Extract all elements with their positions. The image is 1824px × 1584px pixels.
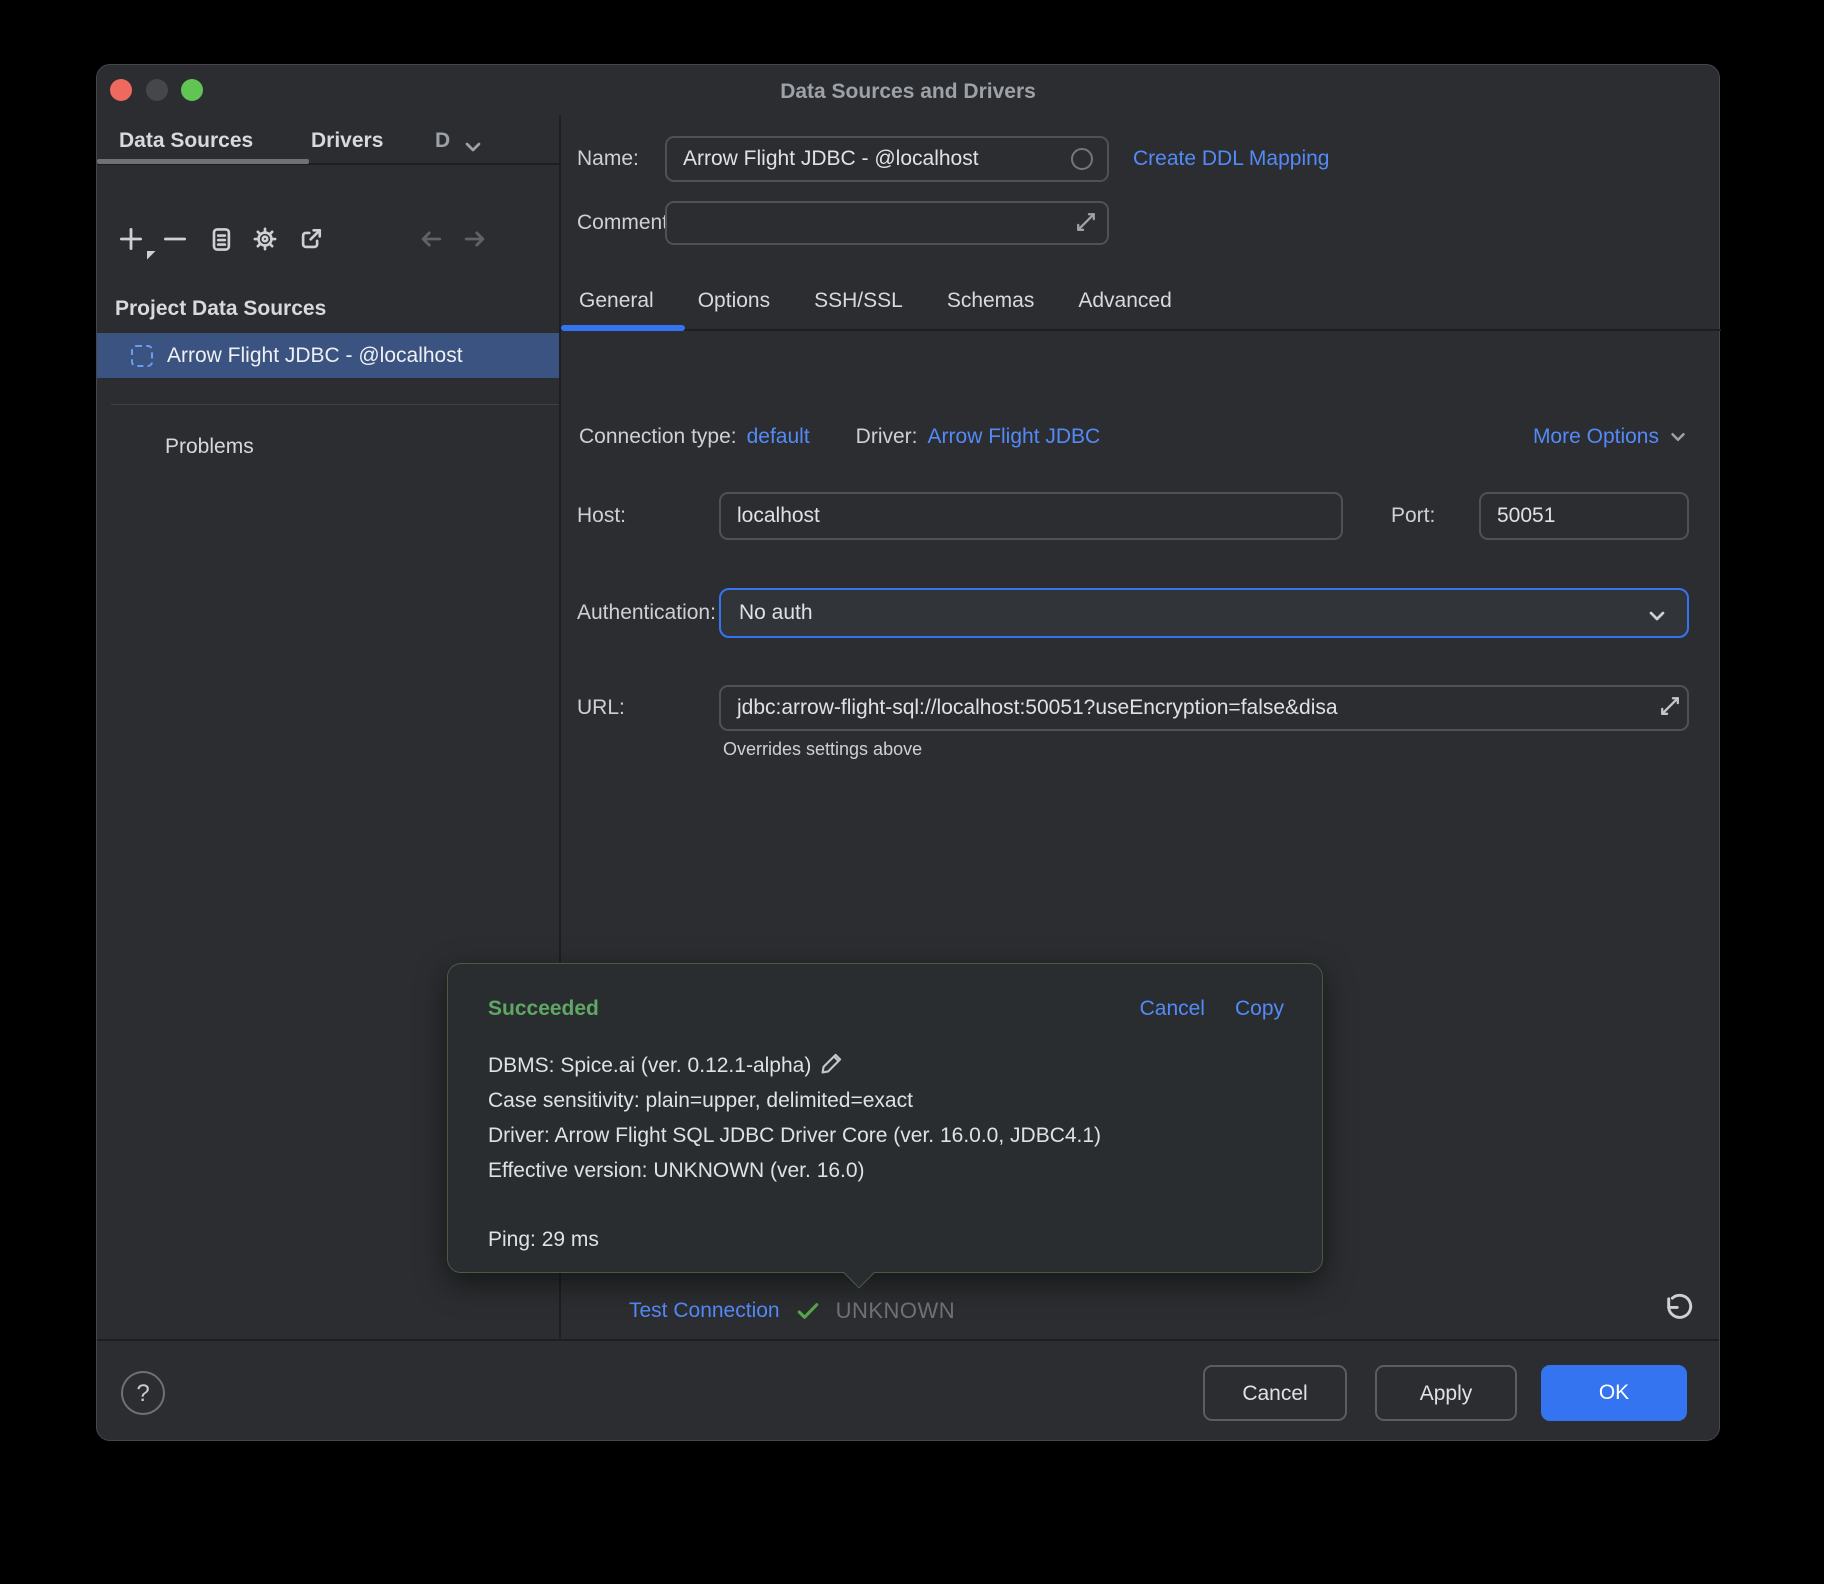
create-ddl-mapping-link[interactable]: Create DDL Mapping: [1133, 136, 1330, 182]
connection-type-value-link[interactable]: default: [747, 425, 810, 449]
name-label: Name:: [577, 136, 639, 182]
back-arrow-button[interactable]: [417, 225, 445, 253]
data-sources-dialog: Data Sources and Drivers Data Sources Dr…: [96, 64, 1720, 1441]
effective-version-line: Effective version: UNKNOWN (ver. 16.0): [488, 1153, 1292, 1188]
active-tab-underline: [97, 159, 309, 164]
dbms-line: DBMS: Spice.ai (ver. 0.12.1-alpha): [488, 1048, 1292, 1083]
test-status-text: UNKNOWN: [836, 1298, 956, 1324]
comment-label: Comment:: [577, 201, 674, 245]
duplicate-button[interactable]: [207, 225, 235, 253]
driver-label: Driver:: [856, 425, 918, 449]
add-button[interactable]: [117, 225, 145, 253]
tabs-overflow-chevron-icon[interactable]: [461, 135, 485, 159]
tabs-divider: [561, 329, 1721, 331]
authentication-value: No auth: [739, 601, 813, 625]
authentication-select[interactable]: No auth: [719, 588, 1689, 638]
window-title: Data Sources and Drivers: [97, 65, 1719, 115]
name-input[interactable]: [665, 136, 1109, 182]
popup-copy-link[interactable]: Copy: [1235, 997, 1284, 1021]
sidebar-divider: [111, 404, 559, 405]
apply-button[interactable]: Apply: [1375, 1365, 1517, 1421]
port-input[interactable]: [1479, 492, 1689, 540]
tab-data-sources[interactable]: Data Sources: [119, 129, 253, 153]
data-source-list-item-selected[interactable]: Arrow Flight JDBC - @localhost: [97, 333, 559, 378]
export-button[interactable]: [297, 225, 325, 253]
form-tab-strip: General Options SSH/SSL Schemas Advanced: [579, 279, 1172, 323]
url-expand-icon[interactable]: [1657, 693, 1683, 719]
pencil-icon[interactable]: [819, 1050, 845, 1076]
chevron-down-icon: [1645, 604, 1669, 628]
popup-body: DBMS: Spice.ai (ver. 0.12.1-alpha) Case …: [488, 1048, 1292, 1257]
data-source-name: Arrow Flight JDBC - @localhost: [167, 344, 463, 368]
titlebar: Data Sources and Drivers: [97, 65, 1719, 115]
url-hint: Overrides settings above: [723, 739, 922, 760]
more-options-link[interactable]: More Options: [1533, 415, 1689, 459]
status-badge: Succeeded: [488, 997, 599, 1021]
forward-arrow-button[interactable]: [461, 225, 489, 253]
sidebar-toolbar: [97, 215, 559, 263]
tab-drivers[interactable]: Drivers: [311, 129, 383, 153]
connection-type-row: Connection type: default Driver: Arrow F…: [579, 415, 1100, 459]
undo-icon[interactable]: [1657, 1293, 1693, 1329]
help-button[interactable]: ?: [121, 1371, 165, 1415]
ok-button[interactable]: OK: [1541, 1365, 1687, 1421]
tab-truncated[interactable]: D: [435, 129, 450, 153]
driver-value-link[interactable]: Arrow Flight JDBC: [928, 425, 1101, 449]
screen: Data Sources and Drivers Data Sources Dr…: [0, 0, 1824, 1584]
tab-ssh-ssl[interactable]: SSH/SSL: [814, 289, 903, 313]
comment-expand-icon[interactable]: [1073, 209, 1099, 235]
test-connection-row: Test Connection UNKNOWN: [629, 1287, 955, 1335]
tab-advanced[interactable]: Advanced: [1078, 289, 1171, 313]
url-label: URL:: [577, 685, 625, 731]
test-connection-result-popup: Succeeded Cancel Copy DBMS: Spice.ai (ve…: [447, 963, 1323, 1273]
tab-options[interactable]: Options: [698, 289, 770, 313]
tab-general[interactable]: General: [579, 289, 654, 313]
dbms-text: DBMS: Spice.ai (ver. 0.12.1-alpha): [488, 1054, 811, 1077]
section-header-project-data-sources: Project Data Sources: [115, 297, 326, 321]
checkmark-icon: [794, 1297, 822, 1325]
sidebar-tab-strip: Data Sources Drivers D: [97, 115, 559, 165]
active-form-tab-underline: [561, 325, 685, 331]
datasource-icon: [131, 345, 153, 367]
host-input[interactable]: [719, 492, 1343, 540]
remove-button[interactable]: [161, 225, 189, 253]
ping-line: Ping: 29 ms: [488, 1222, 1292, 1257]
more-options-label: More Options: [1533, 425, 1659, 449]
progress-ring-icon: [1071, 148, 1093, 170]
popup-header: Succeeded Cancel Copy: [488, 994, 1284, 1024]
test-connection-link[interactable]: Test Connection: [629, 1299, 780, 1323]
authentication-label: Authentication:: [577, 588, 716, 638]
comment-input[interactable]: [665, 201, 1109, 245]
connection-type-label: Connection type:: [579, 425, 737, 449]
settings-gear-button[interactable]: [251, 225, 279, 253]
case-sensitivity-line: Case sensitivity: plain=upper, delimited…: [488, 1083, 1292, 1118]
popup-cancel-link[interactable]: Cancel: [1140, 997, 1205, 1021]
host-label: Host:: [577, 492, 626, 540]
problems-section-label[interactable]: Problems: [165, 435, 254, 459]
port-label: Port:: [1391, 492, 1435, 540]
tab-schemas[interactable]: Schemas: [947, 289, 1035, 313]
driver-line: Driver: Arrow Flight SQL JDBC Driver Cor…: [488, 1118, 1292, 1153]
url-input[interactable]: jdbc:arrow-flight-sql://localhost:50051?…: [719, 685, 1689, 731]
footer-bar: ? Cancel Apply OK: [97, 1339, 1719, 1442]
cancel-button[interactable]: Cancel: [1203, 1365, 1347, 1421]
chevron-down-icon: [1667, 426, 1689, 448]
